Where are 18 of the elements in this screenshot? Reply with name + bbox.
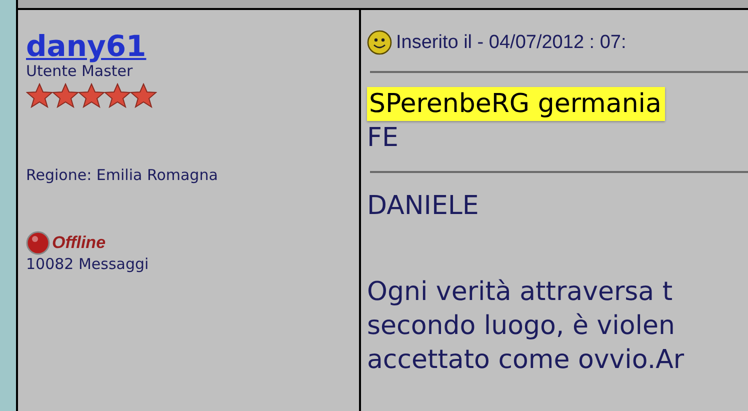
signature-quote-line: Ogni verità attraversa t xyxy=(367,276,673,309)
signature-quote-line: secondo luogo, è violen xyxy=(367,310,675,343)
star-icon xyxy=(104,83,131,108)
username-link[interactable]: dany61 xyxy=(26,30,146,62)
status-label: Offline xyxy=(52,233,106,253)
star-icon xyxy=(26,83,53,108)
signature-name: DANIELE xyxy=(367,190,479,223)
star-icon xyxy=(78,83,105,108)
star-icon xyxy=(130,83,157,108)
star-icon xyxy=(52,83,79,108)
post-date: Inserito il - 04/07/2012 : 07: xyxy=(396,32,626,54)
user-region: Regione: Emilia Romagna xyxy=(26,166,218,185)
post-count: 10082 Messaggi xyxy=(26,255,149,274)
user-rank: Utente Master xyxy=(26,62,133,81)
highlighted-text: SPerenbeRG germania xyxy=(367,87,666,121)
smiley-icon xyxy=(367,30,392,55)
post-text: FE xyxy=(367,122,398,155)
signature-quote-line: accettato come ovvio.Ar xyxy=(367,344,684,377)
